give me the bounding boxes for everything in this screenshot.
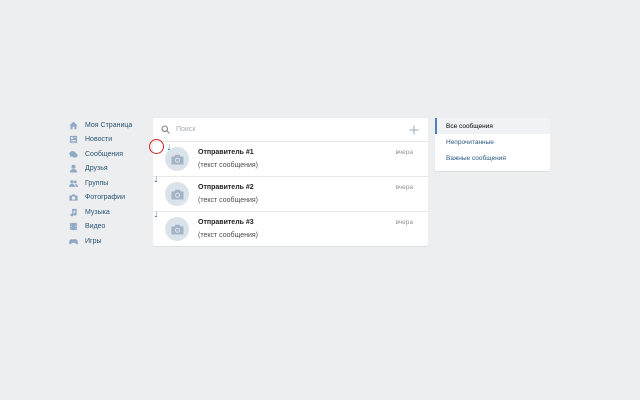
- gamepad-icon: [68, 236, 78, 246]
- nav-label: Видео: [85, 223, 106, 230]
- nav-item-friends[interactable]: Друзья: [68, 162, 158, 176]
- messages-icon: [68, 149, 78, 159]
- nav-label: Игры: [85, 237, 102, 245]
- message-date: вчера: [395, 184, 413, 191]
- camera-icon: [171, 189, 183, 199]
- add-conversation-button[interactable]: [408, 123, 420, 135]
- news-icon: [68, 135, 78, 145]
- dialog-item[interactable]: ♩ Отправитель #3 (текст сообщения) вчера: [153, 210, 428, 246]
- dialog-item[interactable]: ♩ Отправитель #1 (текст сообщения) вчера: [153, 142, 428, 177]
- music-icon: [68, 207, 78, 217]
- music-note-icon: ♩: [154, 175, 158, 184]
- dialogs-panel: ♩ Отправитель #1 (текст сообщения) вчера…: [153, 118, 428, 246]
- sender-name: Отправитель #1: [198, 149, 254, 156]
- camera-icon: [171, 224, 183, 234]
- message-date: вчера: [395, 219, 413, 226]
- plus-icon: [409, 125, 419, 135]
- nav-item-news[interactable]: Новости: [68, 133, 158, 147]
- filter-all-messages[interactable]: Все сообщения: [435, 118, 550, 134]
- avatar: [165, 182, 189, 206]
- sender-name: Отправитель #3: [198, 219, 254, 226]
- nav-label: Группы: [85, 179, 109, 187]
- nav-item-photos[interactable]: Фотографии: [68, 191, 158, 205]
- message-preview: (текст сообщения): [198, 232, 258, 239]
- sender-name: Отправитель #2: [198, 184, 254, 191]
- home-icon: [68, 120, 78, 130]
- nav-label: Сообщения: [85, 150, 123, 158]
- highlight-circle: [149, 139, 164, 154]
- search-input[interactable]: [176, 126, 376, 133]
- search-bar: [153, 118, 428, 142]
- avatar: [165, 147, 189, 171]
- nav-label: Моя Страница: [85, 121, 133, 129]
- nav-label: Фотографии: [85, 194, 126, 201]
- nav-item-video[interactable]: Видео: [68, 220, 158, 234]
- camera-icon: [171, 154, 183, 164]
- filters-panel: Все сообщения Непрочитанные Важные сообщ…: [435, 118, 550, 171]
- nav-label: Новости: [85, 136, 113, 143]
- message-preview: (текст сообщения): [198, 162, 258, 169]
- nav-label: Музыка: [85, 208, 110, 216]
- avatar: [165, 217, 189, 241]
- groups-icon: [68, 178, 78, 188]
- nav-item-games[interactable]: Игры: [68, 234, 158, 248]
- search-icon: [161, 125, 171, 135]
- filter-unread[interactable]: Непрочитанные: [435, 134, 550, 150]
- nav-item-music[interactable]: Музыка: [68, 205, 158, 219]
- friends-icon: [68, 164, 78, 174]
- dialog-item[interactable]: ♩ Отправитель #2 (текст сообщения) вчера: [153, 175, 428, 212]
- filter-important[interactable]: Важные сообщения: [435, 150, 550, 166]
- camera-icon: [68, 193, 78, 203]
- message-date: вчера: [395, 149, 413, 156]
- nav-item-my-page[interactable]: Моя Страница: [68, 118, 158, 132]
- music-note-icon: ♩: [154, 210, 158, 219]
- nav-item-groups[interactable]: Группы: [68, 176, 158, 190]
- nav-item-messages[interactable]: Сообщения: [68, 147, 158, 161]
- video-icon: [68, 222, 78, 232]
- message-preview: (текст сообщения): [198, 197, 258, 204]
- left-nav: Моя Страница Новости Сообщения Друзья Гр…: [68, 118, 158, 249]
- nav-label: Друзья: [85, 165, 108, 172]
